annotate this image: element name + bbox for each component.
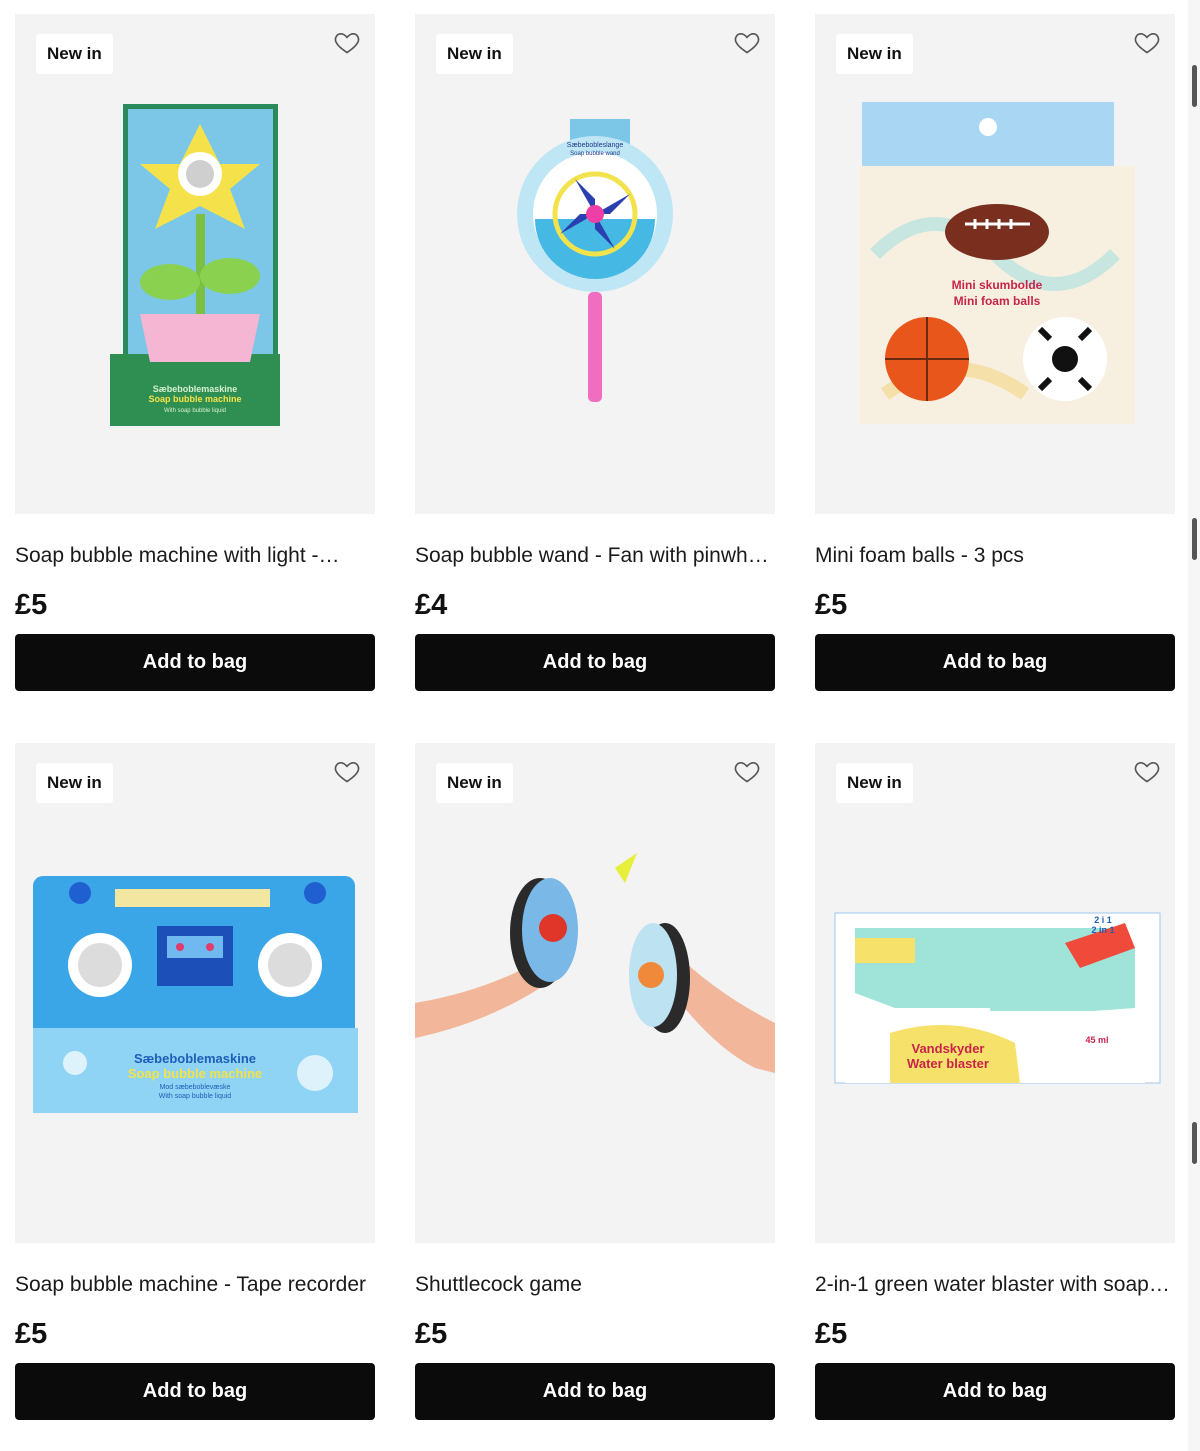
wand-label-2: Soap bubble wand <box>570 151 620 157</box>
new-in-badge: New in <box>836 763 913 803</box>
new-in-badge: New in <box>436 34 513 74</box>
scrollbar-thumb[interactable] <box>1192 1122 1197 1164</box>
box-label-1: Mini skumbolde <box>952 278 1043 292</box>
scrollbar-thumb[interactable] <box>1192 518 1197 560</box>
product-image[interactable]: Vandskyder Water blaster 45 ml 2 i 1 2 i… <box>815 743 1175 1243</box>
box-label-2: Soap bubble machine <box>148 394 241 404</box>
box-label-3: With soap bubble liquid <box>164 408 226 414</box>
box-label-1: Sæbeboblemaskine <box>153 384 238 394</box>
scrollbar-track[interactable] <box>1188 0 1200 1451</box>
product-price: £5 <box>415 1318 448 1350</box>
product-card[interactable]: Sæbeboblemaskine Soap bubble machine Mod… <box>15 743 375 1420</box>
product-name[interactable]: 2-in-1 green water blaster with soap… <box>815 1271 1175 1299</box>
product-name[interactable]: Shuttlecock game <box>415 1271 775 1299</box>
product-card[interactable]: Sæbebobleslange Soap bubble wand New in … <box>415 14 775 691</box>
wand-label-1: Sæbebobleslange <box>567 142 624 149</box>
product-image[interactable]: Sæbeboblemaskine Soap bubble machine Wit… <box>15 14 375 514</box>
product-image[interactable] <box>415 743 775 1243</box>
box-label-2: Mini foam balls <box>954 294 1041 308</box>
product-price: £5 <box>815 589 848 621</box>
product-image-area[interactable]: Sæbeboblemaskine Soap bubble machine Wit… <box>15 14 375 514</box>
new-in-badge: New in <box>36 763 113 803</box>
new-in-badge: New in <box>436 763 513 803</box>
box-label-5: 2 in 1 <box>1091 925 1114 935</box>
product-name[interactable]: Soap bubble machine with light -… <box>15 542 375 570</box>
product-image-area[interactable]: Sæbebobleslange Soap bubble wand New in <box>415 14 775 514</box>
product-image[interactable]: Sæbeboblemaskine Soap bubble machine Mod… <box>15 743 375 1243</box>
product-image[interactable]: Sæbebobleslange Soap bubble wand <box>415 14 775 514</box>
box-label-2: Soap bubble machine <box>128 1066 262 1081</box>
box-label-3: Mod sæbeboblevæske <box>160 1084 231 1091</box>
product-image-area[interactable]: Sæbeboblemaskine Soap bubble machine Mod… <box>15 743 375 1243</box>
box-label-2: Water blaster <box>907 1056 989 1071</box>
add-to-bag-button[interactable]: Add to bag <box>415 1363 775 1420</box>
wishlist-heart-icon[interactable] <box>333 28 361 56</box>
box-label-4: 2 i 1 <box>1094 915 1112 925</box>
new-in-badge: New in <box>36 34 113 74</box>
wishlist-heart-icon[interactable] <box>1133 28 1161 56</box>
add-to-bag-button[interactable]: Add to bag <box>815 634 1175 691</box>
product-price: £5 <box>15 1318 48 1350</box>
product-card[interactable]: Sæbeboblemaskine Soap bubble machine Wit… <box>15 14 375 691</box>
wishlist-heart-icon[interactable] <box>733 28 761 56</box>
product-image-area[interactable]: New in <box>415 743 775 1243</box>
box-label-1: Sæbeboblemaskine <box>134 1051 256 1066</box>
product-image-area[interactable]: Mini skumbolde Mini foam balls New in <box>815 14 1175 514</box>
wishlist-heart-icon[interactable] <box>333 757 361 785</box>
add-to-bag-button[interactable]: Add to bag <box>415 634 775 691</box>
new-in-badge: New in <box>836 34 913 74</box>
product-name[interactable]: Mini foam balls - 3 pcs <box>815 542 1175 570</box>
product-image[interactable]: Mini skumbolde Mini foam balls <box>815 14 1175 514</box>
product-price: £5 <box>15 589 48 621</box>
product-image-area[interactable]: Vandskyder Water blaster 45 ml 2 i 1 2 i… <box>815 743 1175 1243</box>
product-card[interactable]: Mini skumbolde Mini foam balls New in Mi… <box>815 14 1175 691</box>
box-label-3: 45 ml <box>1085 1035 1108 1045</box>
add-to-bag-button[interactable]: Add to bag <box>815 1363 1175 1420</box>
box-label-1: Vandskyder <box>912 1041 985 1056</box>
product-price: £5 <box>815 1318 848 1350</box>
add-to-bag-button[interactable]: Add to bag <box>15 634 375 691</box>
add-to-bag-button[interactable]: Add to bag <box>15 1363 375 1420</box>
product-name[interactable]: Soap bubble wand - Fan with pinwheel <box>415 542 775 570</box>
scrollbar-thumb[interactable] <box>1192 65 1197 107</box>
wishlist-heart-icon[interactable] <box>733 757 761 785</box>
product-price: £4 <box>415 589 448 621</box>
product-card[interactable]: Vandskyder Water blaster 45 ml 2 i 1 2 i… <box>815 743 1175 1420</box>
product-card[interactable]: New in Shuttlecock game £5 Add to bag <box>415 743 775 1420</box>
box-label-4: With soap bubble liquid <box>159 1093 231 1100</box>
wishlist-heart-icon[interactable] <box>1133 757 1161 785</box>
product-name[interactable]: Soap bubble machine - Tape recorder <box>15 1271 375 1299</box>
